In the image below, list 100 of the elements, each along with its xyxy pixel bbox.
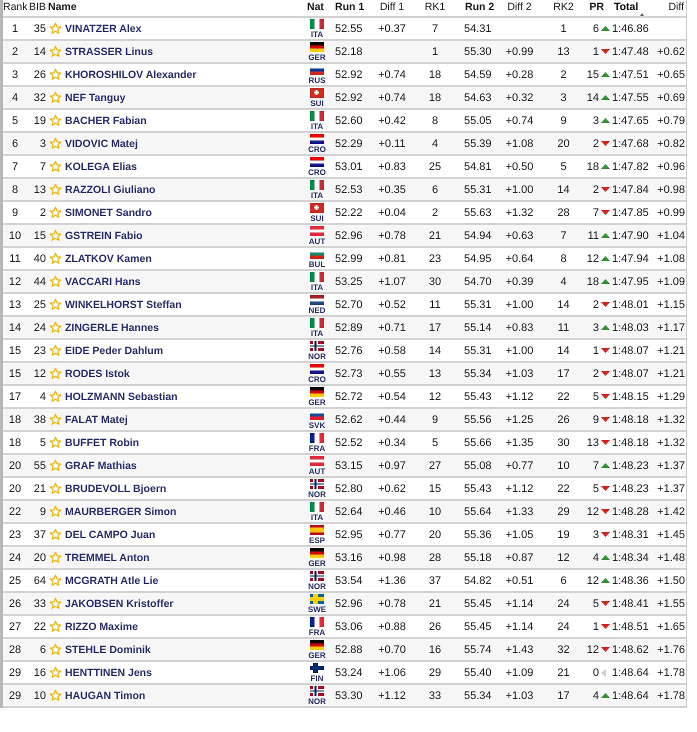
star-icon[interactable] — [49, 459, 62, 472]
athlete-name[interactable]: BRUDEVOLL Bjoern — [65, 482, 166, 494]
star-icon[interactable] — [49, 114, 62, 127]
athlete-name[interactable]: VIDOVIC Matej — [65, 138, 138, 150]
rank-run-2: 12 — [556, 552, 571, 564]
rank-cell-text: 28 — [8, 644, 22, 656]
athlete-name[interactable]: KOLEGA Elias — [65, 160, 137, 172]
run-2-time: 55.43 — [463, 390, 493, 402]
run-1-time: 53.16 — [334, 552, 364, 564]
athlete-name[interactable]: RAZZOLI Giuliano — [65, 184, 156, 196]
star-icon[interactable] — [49, 321, 62, 334]
total-diff: +1.29 — [657, 390, 686, 402]
column-header[interactable]: RK1 — [424, 1, 446, 14]
star-icon[interactable] — [49, 390, 62, 403]
column-header[interactable]: Total — [614, 1, 638, 14]
star-icon[interactable] — [49, 298, 62, 311]
athlete-name[interactable]: GRAF Mathias — [65, 460, 137, 472]
diff-1-cell: +0.44 — [378, 414, 406, 426]
rank-cell-text: 22 — [8, 506, 22, 518]
star-icon[interactable] — [49, 689, 62, 702]
total-diff: +0.99 — [657, 206, 686, 218]
column-header[interactable]: RK2 — [553, 1, 574, 14]
run-1-time: 52.64 — [334, 506, 364, 518]
diff-2-cell: +1.00 — [506, 184, 534, 196]
column-header[interactable]: Nat — [307, 1, 324, 14]
athlete-name[interactable]: NEF Tanguy — [65, 92, 126, 104]
rank-run-1: 10 — [428, 506, 442, 518]
rank-run-1: 12 — [428, 390, 442, 402]
column-header[interactable]: Rank — [3, 1, 28, 14]
star-icon[interactable] — [49, 367, 62, 380]
star-icon[interactable] — [49, 528, 62, 541]
column-header[interactable]: BIB — [29, 1, 46, 14]
athlete-name[interactable]: RIZZO Maxime — [65, 620, 138, 632]
run-2-time: 55.34 — [463, 368, 493, 380]
athlete-name[interactable]: MCGRATH Atle Lie — [65, 574, 158, 586]
positions-gained: 12 — [586, 252, 599, 264]
bib-cell-text: 10 — [32, 690, 46, 702]
bib-cell-text: 20 — [32, 552, 46, 564]
column-header[interactable]: Diff 2 — [507, 1, 532, 14]
total-time: 1:47.84 — [612, 184, 650, 196]
star-icon[interactable] — [49, 436, 62, 449]
star-icon[interactable] — [49, 643, 62, 656]
rank-run-2: 2 — [559, 68, 568, 80]
column-header[interactable]: Diff — [668, 1, 684, 14]
star-icon[interactable] — [49, 229, 62, 242]
athlete-name[interactable]: BACHER Fabian — [65, 114, 147, 126]
star-icon[interactable] — [49, 206, 62, 219]
athlete-name[interactable]: ZINGERLE Hannes — [65, 322, 159, 334]
athlete-name[interactable]: VINATZER Alex — [65, 22, 142, 34]
athlete-name[interactable]: WINKELHORST Steffan — [65, 298, 182, 310]
diff-2-cell: +0.32 — [506, 92, 534, 104]
star-icon[interactable] — [49, 275, 62, 288]
athlete-name[interactable]: FALAT Matej — [65, 414, 128, 426]
star-icon[interactable] — [49, 22, 62, 35]
positions-gained: 12 — [586, 506, 599, 518]
athlete-name[interactable]: HAUGAN Timon — [65, 690, 146, 702]
athlete-name[interactable]: ZLATKOV Kamen — [65, 252, 152, 264]
run-2-time: 55.31 — [463, 184, 493, 196]
athlete-name[interactable]: VACCARI Hans — [65, 276, 141, 288]
athlete-name[interactable]: HENTTINEN Jens — [65, 666, 152, 678]
star-icon[interactable] — [49, 183, 62, 196]
star-icon[interactable] — [49, 505, 62, 518]
star-icon[interactable] — [49, 551, 62, 564]
star-icon[interactable] — [49, 45, 62, 58]
athlete-name[interactable]: GSTREIN Fabio — [65, 230, 143, 242]
athlete-name[interactable]: STRASSER Linus — [65, 46, 154, 58]
athlete-name[interactable]: EIDE Peder Dahlum — [65, 344, 164, 356]
athlete-name[interactable]: KHOROSHILOV Alexander — [65, 68, 196, 80]
star-icon[interactable] — [49, 68, 62, 81]
run-2-time: 55.05 — [463, 114, 493, 126]
star-icon[interactable] — [49, 666, 62, 679]
star-icon[interactable] — [49, 482, 62, 495]
star-icon[interactable] — [49, 344, 62, 357]
athlete-name[interactable]: SIMONET Sandro — [65, 206, 152, 218]
athlete-name[interactable]: MAURBERGER Simon — [65, 506, 176, 518]
star-icon[interactable] — [49, 252, 62, 265]
star-icon[interactable] — [49, 413, 62, 426]
column-header[interactable]: PR — [589, 1, 604, 14]
star-icon[interactable] — [49, 137, 62, 150]
athlete-name[interactable]: STEHLE Dominik — [65, 644, 151, 656]
star-icon[interactable] — [49, 620, 62, 633]
column-header[interactable]: Run 1 — [335, 1, 364, 14]
athlete-name[interactable]: DEL CAMPO Juan — [65, 528, 156, 540]
athlete-name[interactable]: BUFFET Robin — [65, 436, 140, 448]
star-icon[interactable] — [49, 574, 62, 587]
star-icon[interactable] — [49, 597, 62, 610]
star-icon[interactable] — [49, 91, 62, 104]
positions-gained: 1 — [592, 46, 599, 58]
total-diff: +1.45 — [657, 528, 686, 540]
athlete-name[interactable]: TREMMEL Anton — [65, 552, 150, 564]
diff-2-cell: +1.25 — [506, 414, 534, 426]
athlete-name[interactable]: RODES Istok — [65, 368, 130, 380]
rank-run-1: 13 — [428, 368, 442, 380]
column-header[interactable]: Run 2 — [465, 1, 494, 14]
column-header[interactable]: Diff 1 — [380, 1, 404, 14]
rank-run-2: 19 — [556, 528, 571, 540]
athlete-name[interactable]: HOLZMANN Sebastian — [65, 390, 178, 402]
star-icon[interactable] — [49, 160, 62, 173]
athlete-name[interactable]: JAKOBSEN Kristoffer — [65, 598, 174, 610]
column-header[interactable]: Name — [48, 1, 77, 14]
